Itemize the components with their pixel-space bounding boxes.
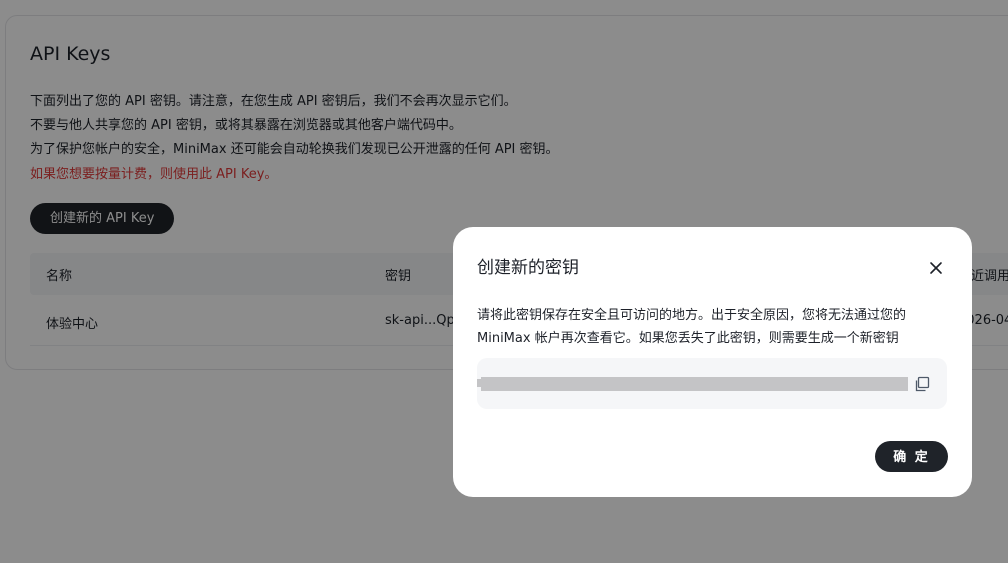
- copy-icon[interactable]: [913, 375, 931, 393]
- dialog-text-line-2: MiniMax 帐户再次查看它。如果您丢失了此密钥，则需要生成一个新密钥: [477, 331, 899, 346]
- confirm-button[interactable]: 确 定: [875, 441, 948, 472]
- close-icon[interactable]: [923, 253, 949, 279]
- secret-key-field[interactable]: [477, 358, 947, 409]
- page: API Keys 下面列出了您的 API 密钥。请注意，在您生成 API 密钥后…: [0, 0, 1008, 563]
- masked-secret-key: [481, 377, 908, 391]
- create-key-dialog: 创建新的密钥 请将此密钥保存在安全且可访问的地方。出于安全原因，您将无法通过您的…: [453, 227, 972, 497]
- dialog-text-line-1: 请将此密钥保存在安全且可访问的地方。出于安全原因，您将无法通过您的: [477, 308, 907, 323]
- dialog-title: 创建新的密钥: [477, 258, 579, 278]
